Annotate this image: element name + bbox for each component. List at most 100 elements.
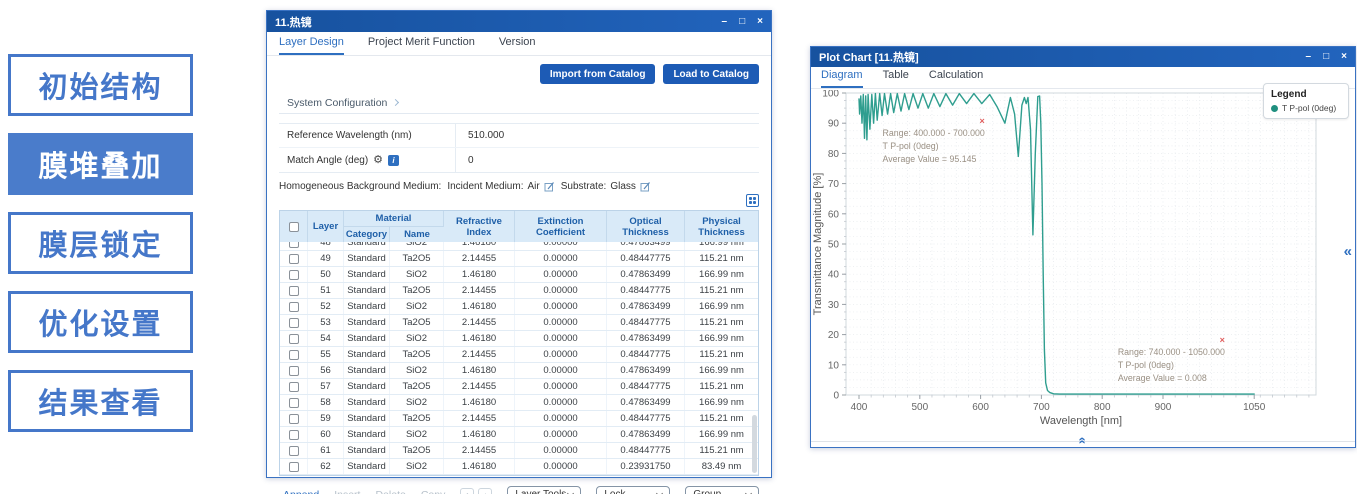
reference-wavelength-label: Reference Wavelength (nm) — [287, 130, 412, 141]
cell-name: SiO2 — [390, 395, 444, 410]
close-icon[interactable]: × — [1341, 52, 1347, 62]
maximize-icon[interactable]: □ — [1323, 52, 1329, 62]
cell-extinction_coefficient: 0.00000 — [515, 459, 607, 474]
table-row[interactable]: 50StandardSiO21.461800.000000.4786349916… — [280, 267, 758, 283]
cell-refractive_index: 2.14455 — [444, 443, 515, 458]
import-from-catalog-button[interactable]: Import from Catalog — [540, 64, 656, 84]
system-configuration-section[interactable]: System Configuration — [279, 92, 759, 114]
move-up-button[interactable]: ↑ — [460, 488, 474, 494]
nav-item-2[interactable]: 膜层锁定 — [8, 212, 193, 274]
row-checkbox[interactable] — [289, 350, 299, 360]
table-row[interactable]: 51StandardTa2O52.144550.000000.484477751… — [280, 283, 758, 299]
plot-area[interactable]: 4005006007008009001050010203040506070809… — [811, 90, 1357, 430]
design-window-titlebar[interactable]: 11.热镜 – □ × — [267, 11, 771, 32]
row-checkbox[interactable] — [289, 242, 299, 248]
table-row[interactable]: 53StandardTa2O52.144550.000000.484477751… — [280, 315, 758, 331]
row-checkbox[interactable] — [289, 302, 299, 312]
lock-dropdown[interactable]: Lock — [596, 486, 670, 494]
reference-wavelength-value[interactable]: 510.000 — [456, 130, 504, 141]
table-row[interactable]: 55StandardTa2O52.144550.000000.484477751… — [280, 347, 758, 363]
collapse-panel-left-icon[interactable]: « — [1344, 244, 1352, 259]
gear-icon[interactable]: ⚙ — [373, 155, 383, 166]
layer-table-body[interactable]: 48StandardSiO21.461800.000000.4786349916… — [280, 242, 758, 475]
cell-extinction_coefficient: 0.00000 — [515, 299, 607, 314]
match-angle-value[interactable]: 0 — [456, 155, 474, 166]
nav-item-label: 优化设置 — [38, 301, 162, 343]
load-to-catalog-button[interactable]: Load to Catalog — [663, 64, 759, 84]
cell-layer: 61 — [308, 443, 344, 458]
edit-substrate-icon[interactable] — [640, 181, 651, 192]
layer-table-rows: 48StandardSiO21.461800.000000.4786349916… — [280, 242, 758, 475]
cell-category: Standard — [344, 331, 390, 346]
nav-item-4[interactable]: 结果查看 — [8, 370, 193, 432]
table-row[interactable]: 54StandardSiO21.461800.000000.4786349916… — [280, 331, 758, 347]
table-row[interactable]: 59StandardTa2O52.144550.000000.484477751… — [280, 411, 758, 427]
move-down-button[interactable]: ↓ — [478, 488, 492, 494]
header-layer: Layer — [308, 211, 344, 242]
nav-item-3[interactable]: 优化设置 — [8, 291, 193, 353]
layer-tools-dropdown[interactable]: Layer Tools — [507, 486, 581, 494]
tab-version[interactable]: Version — [499, 36, 536, 55]
table-row[interactable]: 58StandardSiO21.461800.000000.4786349916… — [280, 395, 758, 411]
vertical-scrollbar-thumb[interactable] — [752, 415, 757, 473]
annotation-close-icon[interactable]: × — [980, 117, 985, 125]
insert-button[interactable]: Insert — [334, 489, 360, 494]
table-row[interactable]: 61StandardTa2O52.144550.000000.484477751… — [280, 443, 758, 459]
expand-panel-up-icon[interactable]: « — [1077, 437, 1090, 444]
group-dropdown[interactable]: Group — [685, 486, 759, 494]
table-row[interactable]: 60StandardSiO21.461800.000000.4786349916… — [280, 427, 758, 443]
legend-item-label: T P-pol (0deg) — [1282, 103, 1336, 113]
legend-item[interactable]: T P-pol (0deg) — [1271, 103, 1341, 113]
table-layout-icon[interactable] — [746, 194, 759, 207]
row-checkbox[interactable] — [289, 382, 299, 392]
row-checkbox[interactable] — [289, 318, 299, 328]
tab-calculation[interactable]: Calculation — [929, 69, 983, 88]
tab-project-merit-function[interactable]: Project Merit Function — [368, 36, 475, 55]
header-material: Material — [344, 211, 444, 226]
row-checkbox[interactable] — [289, 286, 299, 296]
edit-incident-medium-icon[interactable] — [544, 181, 555, 192]
annotation-close-icon[interactable]: × — [1220, 336, 1225, 344]
cell-name: Ta2O5 — [390, 347, 444, 362]
row-checkbox[interactable] — [289, 462, 299, 472]
row-checkbox[interactable] — [289, 446, 299, 456]
cell-name: SiO2 — [390, 363, 444, 378]
table-row[interactable]: 48StandardSiO21.461800.000000.4786349916… — [280, 242, 758, 251]
header-refractive-index: Refractive Index — [444, 211, 515, 242]
row-checkbox[interactable] — [289, 366, 299, 376]
cell-category: Standard — [344, 443, 390, 458]
select-all-checkbox[interactable] — [289, 222, 299, 232]
table-row[interactable]: 52StandardSiO21.461800.000000.4786349916… — [280, 299, 758, 315]
plot-window-titlebar[interactable]: Plot Chart [11.热镜] – □ × — [811, 47, 1355, 67]
table-row[interactable]: 56StandardSiO21.461800.000000.4786349916… — [280, 363, 758, 379]
table-row[interactable]: 62StandardSiO21.461800.000000.2393175083… — [280, 459, 758, 475]
tab-table[interactable]: Table — [883, 69, 909, 88]
tab-layer-design[interactable]: Layer Design — [279, 36, 344, 55]
copy-button[interactable]: Copy — [421, 489, 446, 494]
maximize-icon[interactable]: □ — [739, 17, 745, 27]
table-row[interactable]: 57StandardTa2O52.144550.000000.484477751… — [280, 379, 758, 395]
svg-text:20: 20 — [828, 330, 840, 341]
tab-diagram[interactable]: Diagram — [821, 69, 863, 88]
row-checkbox[interactable] — [289, 398, 299, 408]
info-icon[interactable]: i — [388, 155, 399, 166]
svg-text:60: 60 — [828, 209, 840, 220]
plot-chart-window: Plot Chart [11.热镜] – □ × Diagram Table C… — [810, 46, 1356, 448]
close-icon[interactable]: × — [757, 17, 763, 27]
delete-button[interactable]: Delete — [375, 489, 405, 494]
row-checkbox[interactable] — [289, 254, 299, 264]
append-button[interactable]: Append — [283, 489, 319, 494]
reference-wavelength-row: Reference Wavelength (nm) 510.000 — [279, 124, 759, 148]
minimize-icon[interactable]: – — [722, 17, 728, 27]
row-checkbox[interactable] — [289, 334, 299, 344]
cell-optical_thickness: 0.48447775 — [607, 315, 685, 330]
row-checkbox[interactable] — [289, 270, 299, 280]
minimize-icon[interactable]: – — [1306, 52, 1312, 62]
cell-refractive_index: 1.46180 — [444, 267, 515, 282]
row-checkbox[interactable] — [289, 414, 299, 424]
nav-item-0[interactable]: 初始结构 — [8, 54, 193, 116]
row-checkbox[interactable] — [289, 430, 299, 440]
table-row[interactable]: 49StandardTa2O52.144550.000000.484477751… — [280, 251, 758, 267]
svg-text:70: 70 — [828, 179, 840, 190]
nav-item-1[interactable]: 膜堆叠加 — [8, 133, 193, 195]
